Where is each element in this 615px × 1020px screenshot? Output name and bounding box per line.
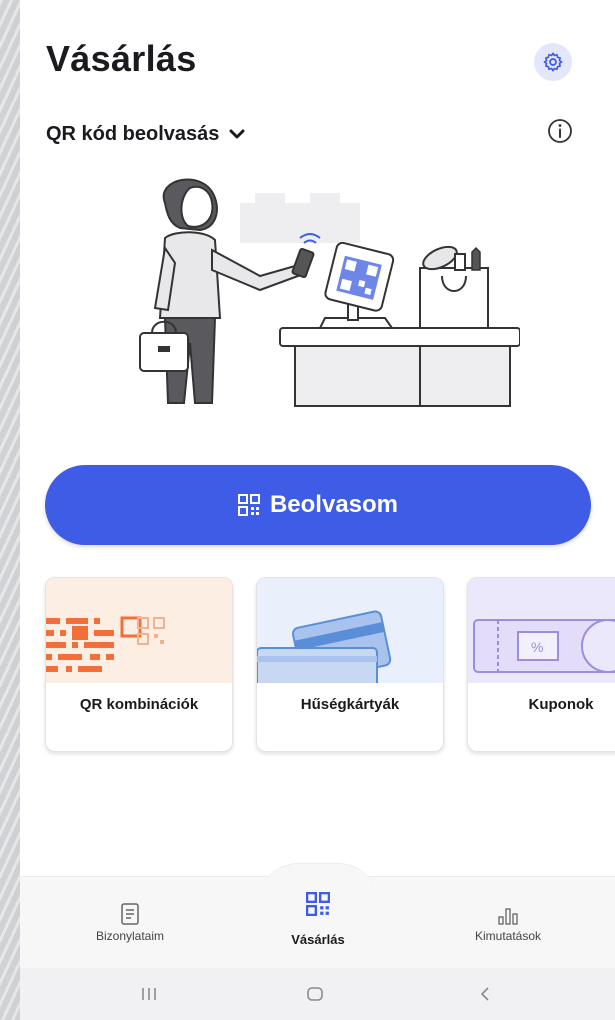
nav-item-reports[interactable]: Kimutatások bbox=[428, 877, 588, 969]
info-button[interactable] bbox=[546, 117, 574, 145]
gear-icon bbox=[543, 52, 563, 72]
phone-screen: Vásárlás QR kód beolvasás Beolvasom QR k… bbox=[20, 0, 615, 1020]
nav-label-shopping: Vásárlás bbox=[291, 932, 345, 947]
receipt-icon bbox=[121, 903, 139, 925]
chevron-down-icon bbox=[229, 129, 245, 139]
card-qr-combinations[interactable]: QR kombinációk bbox=[45, 577, 233, 752]
card-loyalty-cards[interactable]: Hűségkártyák bbox=[256, 577, 444, 752]
card-label: Kuponok bbox=[528, 696, 594, 713]
system-navigation-bar bbox=[20, 968, 615, 1020]
card-coupons[interactable]: % Kuponok bbox=[467, 577, 615, 752]
qr-code-icon bbox=[237, 494, 260, 516]
qr-pattern-icon bbox=[46, 616, 165, 672]
bar-chart-icon bbox=[498, 908, 518, 925]
scan-button-label: Beolvasom bbox=[269, 491, 399, 518]
back-icon bbox=[480, 987, 489, 1001]
mode-selector[interactable]: QR kód beolvasás bbox=[46, 120, 245, 148]
home-button[interactable] bbox=[306, 986, 324, 1007]
home-icon bbox=[307, 987, 323, 1001]
feature-cards: QR kombinációk Hűségkártyák % Kuponok bbox=[45, 577, 615, 752]
nav-label-reports: Kimutatások bbox=[474, 929, 542, 943]
coupons-art: % bbox=[468, 578, 615, 683]
scan-button[interactable]: Beolvasom bbox=[45, 465, 591, 545]
recents-icon bbox=[142, 988, 156, 1000]
bottom-navigation: Bizonylataim Vásárlás Kimutatások bbox=[20, 863, 615, 969]
loyalty-card-icon bbox=[257, 610, 392, 683]
back-button[interactable] bbox=[478, 986, 492, 1007]
page-title: Vásárlás bbox=[46, 38, 197, 79]
mode-selector-label: QR kód beolvasás bbox=[46, 122, 220, 145]
nav-item-receipts[interactable]: Bizonylataim bbox=[50, 877, 210, 969]
svg-text:%: % bbox=[531, 639, 543, 655]
info-icon bbox=[548, 119, 572, 143]
nav-label-receipts: Bizonylataim bbox=[95, 929, 165, 943]
checkout-illustration bbox=[139, 178, 520, 407]
settings-button[interactable] bbox=[534, 43, 572, 81]
card-label: QR kombinációk bbox=[79, 696, 199, 713]
qr-code-icon bbox=[306, 892, 330, 916]
coupon-icon: % bbox=[473, 619, 615, 673]
loyalty-cards-art bbox=[257, 578, 443, 683]
nav-item-shopping[interactable]: Vásárlás bbox=[238, 877, 398, 969]
qr-combinations-art bbox=[46, 578, 232, 683]
recents-button[interactable] bbox=[140, 986, 158, 1007]
card-label: Hűségkártyák bbox=[300, 696, 400, 713]
